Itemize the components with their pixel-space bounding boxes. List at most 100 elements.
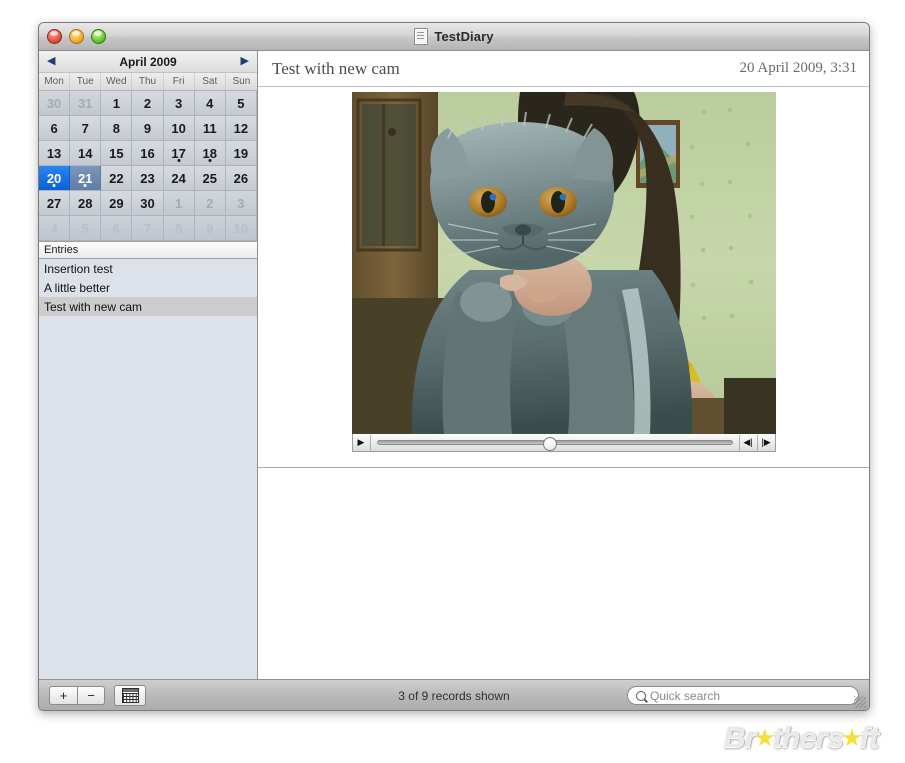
entry-indicator-dot: [177, 159, 181, 162]
add-entry-button[interactable]: +: [49, 686, 77, 705]
weekday-label: Sat: [195, 73, 226, 90]
entry-title: Test with new cam: [272, 58, 400, 78]
step-back-icon[interactable]: ◀|: [738, 434, 757, 451]
watermark-part-1: Br: [724, 721, 757, 754]
calendar-day[interactable]: 4: [194, 91, 226, 116]
entry-note-area[interactable]: [258, 468, 869, 679]
calendar-day-number: 16: [140, 145, 155, 161]
step-forward-icon[interactable]: |▶: [756, 434, 775, 451]
calendar-day[interactable]: 10: [225, 216, 257, 241]
calendar-day[interactable]: 15: [101, 141, 133, 166]
calendar-day[interactable]: 7: [132, 216, 164, 241]
video-player: ▶ ◀| |▶: [351, 92, 776, 452]
calendar-day-number: 13: [46, 145, 62, 161]
calendar-day[interactable]: 28: [70, 191, 102, 216]
calendar-day[interactable]: 3: [163, 91, 195, 116]
calendar-day[interactable]: 13: [39, 141, 71, 166]
calendar-day[interactable]: 8: [101, 116, 133, 141]
calendar-day[interactable]: 8: [163, 216, 195, 241]
calendar-day-number: 6: [112, 220, 120, 236]
calendar-day-number: 28: [77, 195, 93, 211]
calendar-day[interactable]: 30: [132, 191, 164, 216]
calendar-day[interactable]: 19: [225, 141, 257, 166]
calendar-day[interactable]: 7: [70, 116, 102, 141]
entry-indicator-dot: [208, 159, 212, 162]
calendar-day-number: 8: [112, 120, 120, 136]
remove-entry-button[interactable]: −: [77, 686, 105, 705]
minimize-button[interactable]: [69, 29, 84, 44]
calendar-day[interactable]: 17: [163, 141, 195, 166]
calendar-day-number: 3: [175, 95, 183, 111]
calendar-day[interactable]: 4: [39, 216, 71, 241]
calendar-day-number: 1: [112, 95, 120, 111]
calendar-month-label: April 2009: [119, 54, 177, 69]
weekday-label: Mon: [39, 73, 71, 90]
calendar-day[interactable]: 22: [101, 166, 133, 191]
calendar-day-number: 27: [46, 195, 62, 211]
video-frame[interactable]: [351, 92, 776, 434]
entry-content-pane: Test with new cam 20 April 2009, 3:31 ▶ …: [258, 51, 869, 679]
entry-indicator-dot: [83, 184, 87, 187]
calendar-day[interactable]: 29: [101, 191, 133, 216]
calendar-day[interactable]: 5: [225, 91, 257, 116]
calendar-day[interactable]: 30: [39, 91, 71, 116]
calendar-day[interactable]: 18: [194, 141, 226, 166]
entry-list-item[interactable]: A little better: [39, 278, 257, 297]
resize-grip[interactable]: [854, 696, 866, 708]
calendar-day[interactable]: 21: [70, 166, 102, 191]
quick-search-field[interactable]: Quick search: [627, 686, 859, 705]
calendar-day[interactable]: 2: [132, 91, 164, 116]
calendar-day[interactable]: 5: [70, 216, 102, 241]
calendar-day[interactable]: 3: [225, 191, 257, 216]
calendar-day[interactable]: 24: [163, 166, 195, 191]
zoom-button[interactable]: [91, 29, 106, 44]
next-month-icon[interactable]: ▶: [241, 56, 249, 67]
search-placeholder: Quick search: [650, 688, 721, 703]
calendar-day[interactable]: 16: [132, 141, 164, 166]
calendar-day-number: 30: [46, 95, 62, 111]
bottom-toolbar: + − 3 of 9 records shown Quick search: [39, 679, 869, 710]
calendar-day[interactable]: 6: [101, 216, 133, 241]
calendar-view-button[interactable]: [114, 685, 146, 706]
calendar-day[interactable]: 11: [194, 116, 226, 141]
close-button[interactable]: [47, 29, 62, 44]
calendar-day[interactable]: 6: [39, 116, 71, 141]
calendar-day[interactable]: 27: [39, 191, 71, 216]
calendar-day-number: 2: [206, 195, 214, 211]
calendar-day-number: 15: [109, 145, 124, 161]
star-icon: ★: [755, 726, 774, 750]
star-icon-2: ★: [842, 726, 862, 750]
player-controls: ▶ ◀| |▶: [351, 434, 776, 452]
calendar-day-number: 11: [202, 120, 217, 136]
calendar-day[interactable]: 12: [225, 116, 257, 141]
entry-list-item[interactable]: Insertion test: [39, 259, 257, 278]
calendar-day[interactable]: 10: [163, 116, 195, 141]
play-icon[interactable]: ▶: [353, 434, 371, 451]
calendar-day[interactable]: 9: [194, 216, 226, 241]
webcam-photo: [351, 92, 776, 434]
scrubber-knob[interactable]: [543, 436, 558, 451]
previous-month-icon[interactable]: ◀: [47, 56, 55, 67]
calendar-day[interactable]: 25: [194, 166, 226, 191]
calendar-day-number: 22: [109, 170, 124, 186]
entry-list-item[interactable]: Test with new cam: [39, 297, 257, 316]
calendar-day-number: 2: [143, 95, 152, 111]
calendar-day[interactable]: 1: [101, 91, 133, 116]
window-title: TestDiary: [434, 29, 494, 44]
calendar-day[interactable]: 2: [194, 191, 226, 216]
calendar-weekday-row: Mon Tue Wed Thu Fri Sat Sun: [39, 73, 257, 91]
calendar-day-number: 1: [175, 195, 183, 211]
calendar-day[interactable]: 14: [70, 141, 102, 166]
calendar-day[interactable]: 9: [132, 116, 164, 141]
calendar-day-number: 26: [233, 170, 249, 186]
calendar-day[interactable]: 23: [132, 166, 164, 191]
entry-indicator-dot: [52, 184, 56, 187]
calendar-day[interactable]: 1: [163, 191, 195, 216]
scrubber[interactable]: [371, 435, 739, 451]
calendar-day[interactable]: 31: [70, 91, 102, 116]
application-window: TestDiary ◀ April 2009 ▶ Mon Tue Wed Thu Fri…: [38, 22, 870, 711]
calendar-day[interactable]: 26: [225, 166, 257, 191]
calendar-day[interactable]: 20: [39, 166, 71, 191]
calendar-day-number: 9: [206, 220, 214, 236]
entries-list: Insertion test A little better Test with n…: [39, 259, 257, 679]
